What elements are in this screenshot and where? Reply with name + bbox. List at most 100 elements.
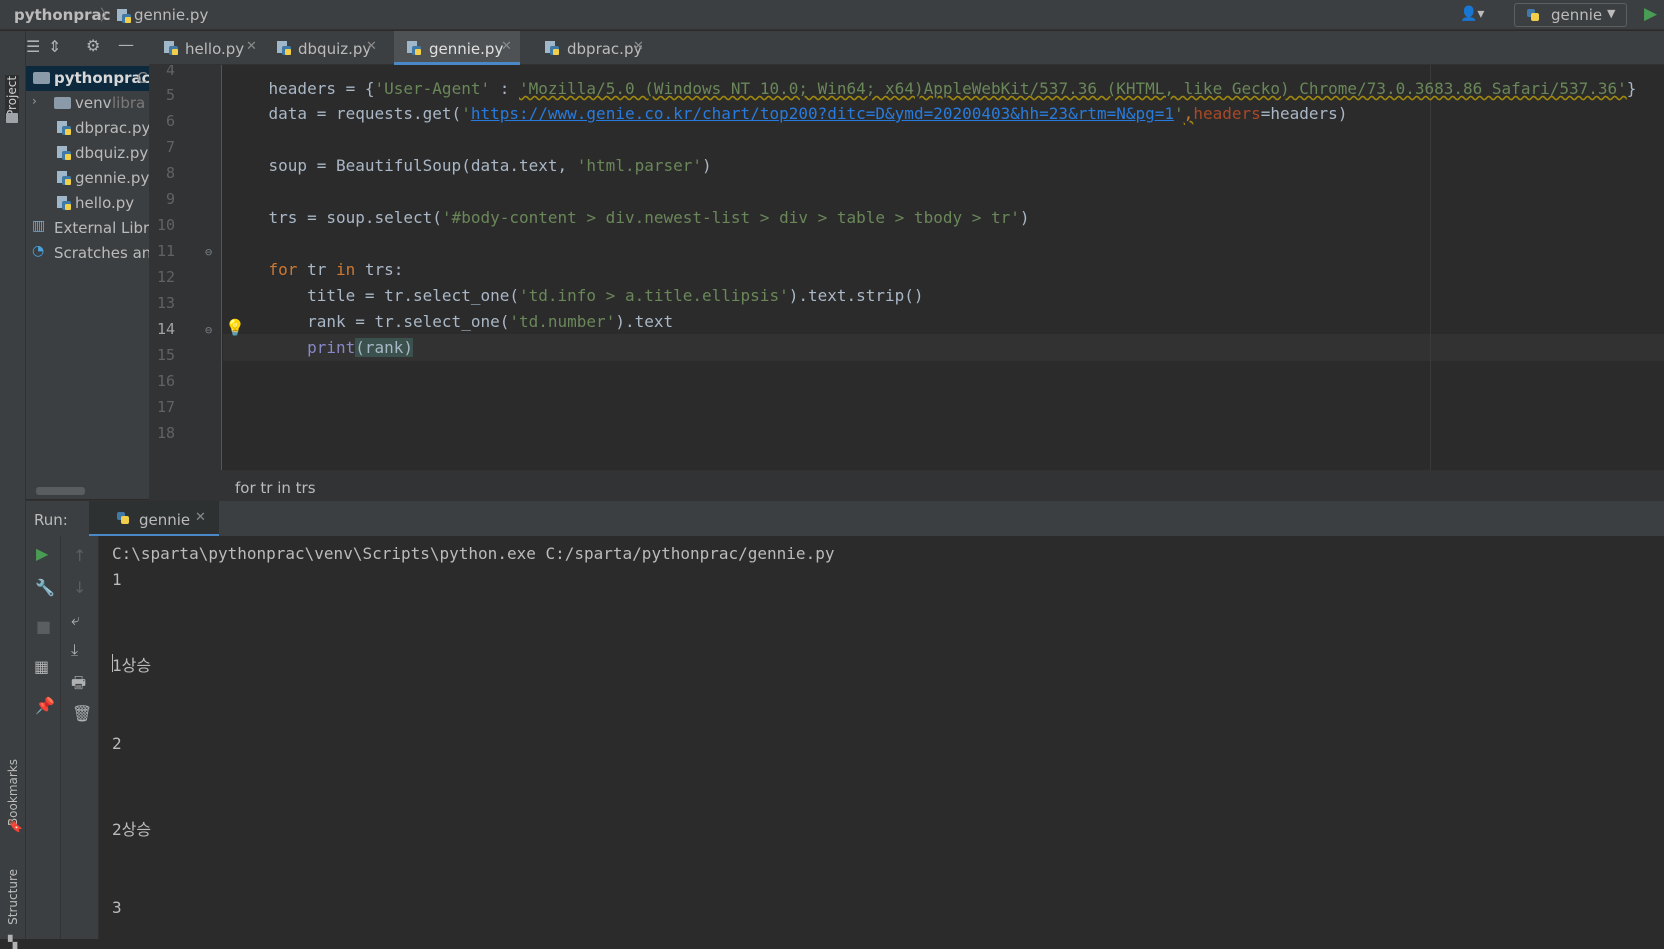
code-token: =headers) [1260, 104, 1348, 123]
line-number: 17 [156, 398, 175, 416]
code-editor[interactable]: 4 5 6 7 8 9 10 11 12 13 14 15 16 17 18 ⊖… [149, 65, 1664, 470]
current-line-highlight [223, 334, 1664, 361]
breadcrumb-separator: 〉 [100, 6, 116, 24]
console-line: 2상승 [112, 820, 152, 839]
fold-marker-icon[interactable]: ⊖ [205, 323, 212, 337]
tree-item-file[interactable]: dbprac.py [26, 116, 149, 141]
python-file-icon [57, 121, 71, 135]
python-file-icon [57, 146, 71, 160]
line-number: 15 [156, 346, 175, 364]
close-icon[interactable]: ✕ [195, 510, 206, 525]
code-token: , [1183, 104, 1194, 123]
line-number: 13 [156, 294, 175, 312]
tree-item-file[interactable]: hello.py [26, 191, 149, 216]
console-line: 2 [112, 734, 122, 753]
layout-icon[interactable]: ▦ [34, 657, 49, 676]
tree-item-root[interactable]: pythonprac C [26, 66, 149, 91]
arrow-down-icon[interactable]: ↓ [73, 578, 86, 597]
gear-icon[interactable]: ⚙ [86, 36, 100, 55]
python-file-icon [164, 41, 178, 55]
trash-icon[interactable]: 🗑 [72, 704, 92, 723]
code-string: ' [461, 104, 471, 123]
tree-item-file[interactable]: dbquiz.py [26, 141, 149, 166]
tree-item-file[interactable]: gennie.py [26, 166, 149, 191]
console-line: C:\sparta\pythonprac\venv\Scripts\python… [112, 544, 835, 563]
close-icon[interactable]: ✕ [366, 39, 377, 54]
code-line-13: rank = tr.select_one('td.number').text [230, 293, 673, 331]
line-number: 11 [156, 242, 175, 260]
python-file-icon [117, 9, 131, 23]
run-panel-title: Run: [34, 511, 68, 529]
folder-icon [6, 113, 18, 123]
close-icon[interactable]: ✕ [501, 39, 512, 54]
python-file-icon [407, 41, 421, 55]
tab-label: dbquiz.py [298, 40, 372, 58]
run-toolbar-secondary: ↑ ↓ ⤶ ⤓ 🖶 🗑 [61, 536, 99, 939]
code-line-9: trs = soup.select('#body-content > div.n… [230, 189, 1030, 227]
structure-icon: ▚ [8, 935, 18, 949]
code-token: soup = BeautifulSoup(data.text, [268, 156, 577, 175]
code-line-7: soup = BeautifulSoup(data.text, 'html.pa… [230, 137, 712, 175]
soft-wrap-icon[interactable]: ⤶ [71, 610, 80, 630]
code-url-link[interactable]: https://www.genie.co.kr/chart/top200?dit… [471, 104, 1174, 123]
tree-item-external-libraries[interactable]: ▥ External Libra [26, 216, 149, 241]
breadcrumb-project[interactable]: pythonprac [14, 6, 111, 24]
tab-gennie[interactable]: gennie.py ✕ [394, 31, 520, 65]
tab-label: gennie.py [429, 40, 504, 58]
tab-run-gennie[interactable]: gennie ✕ [89, 501, 219, 537]
tree-item-label: pythonprac [54, 69, 149, 87]
run-configuration-selector[interactable]: gennie ▼ [1514, 3, 1627, 27]
tab-dbprac[interactable]: dbprac.py ✕ [532, 31, 652, 65]
horizontal-scrollbar[interactable] [36, 487, 85, 495]
user-account-icon[interactable]: 👤▾ [1460, 6, 1484, 22]
breadcrumb-file[interactable]: gennie.py [134, 6, 208, 24]
chevron-right-icon[interactable]: › [32, 94, 37, 108]
rerun-icon[interactable]: ▶ [36, 544, 48, 563]
arrow-up-icon[interactable]: ↑ [73, 546, 86, 565]
pin-icon[interactable]: 📌 [35, 696, 55, 715]
tab-label: dbprac.py [567, 40, 643, 58]
folder-icon [54, 97, 71, 109]
code-line-14: print(rank) [230, 319, 414, 357]
code-line-5: data = requests.get('https://www.genie.c… [230, 85, 1348, 123]
tree-item-path: C [137, 69, 148, 87]
run-icon[interactable]: ▶ [1644, 4, 1657, 24]
scroll-to-end-icon[interactable]: ⤓ [71, 640, 78, 660]
run-console-output[interactable]: C:\sparta\pythonprac\venv\Scripts\python… [99, 536, 1664, 939]
print-icon[interactable]: 🖶 [71, 672, 86, 699]
code-line-11: for tr in trs: [230, 241, 404, 279]
line-number: 5 [165, 86, 175, 104]
stop-icon[interactable]: ■ [36, 617, 51, 636]
line-number-gutter: 4 5 6 7 8 9 10 11 12 13 14 15 16 17 18 ⊖… [149, 65, 245, 470]
close-icon[interactable]: ✕ [633, 39, 644, 54]
breadcrumb[interactable]: for tr in trs [235, 479, 316, 497]
line-number: 9 [165, 190, 175, 208]
hide-panel-icon[interactable]: — [118, 35, 134, 54]
tree-item-label: gennie.py [75, 169, 149, 187]
close-icon[interactable]: ✕ [246, 39, 257, 54]
code-token: } [1626, 79, 1637, 98]
structure-tool-tab[interactable]: Structure [6, 869, 20, 925]
tab-dbquiz[interactable]: dbquiz.py ✕ [262, 31, 383, 65]
code-string: '#body-content > div.newest-list > div >… [441, 208, 1020, 227]
code-token: ) [702, 156, 712, 175]
tree-item-venv[interactable]: › venv libra [26, 91, 149, 116]
editor-tab-bar: hello.py ✕ dbquiz.py ✕ gennie.py ✕ dbpra… [149, 31, 1664, 65]
python-file-icon [277, 41, 291, 55]
code-token: data = requests.get( [268, 104, 462, 123]
text-caret [112, 654, 113, 672]
wrench-icon[interactable]: 🔧 [35, 578, 55, 597]
project-panel: ☰ ⇕ ⚙ — pythonprac C › venv libra dbprac… [26, 31, 149, 499]
collapse-all-icon[interactable]: ⇕ [48, 37, 61, 56]
python-file-icon [57, 196, 71, 210]
expand-all-icon[interactable]: ☰ [26, 37, 40, 56]
fold-marker-icon[interactable]: ⊖ [205, 245, 212, 259]
bookmarks-tool-tab[interactable]: Bookmarks [6, 759, 20, 826]
tree-item-scratches[interactable]: ◔ Scratches and [26, 241, 149, 266]
tab-label: hello.py [185, 40, 245, 58]
line-number: 10 [156, 216, 175, 234]
project-toolbar: ☰ ⇕ ⚙ — [26, 31, 149, 65]
tab-hello[interactable]: hello.py ✕ [149, 31, 262, 65]
tree-item-label: External Libra [54, 219, 149, 237]
